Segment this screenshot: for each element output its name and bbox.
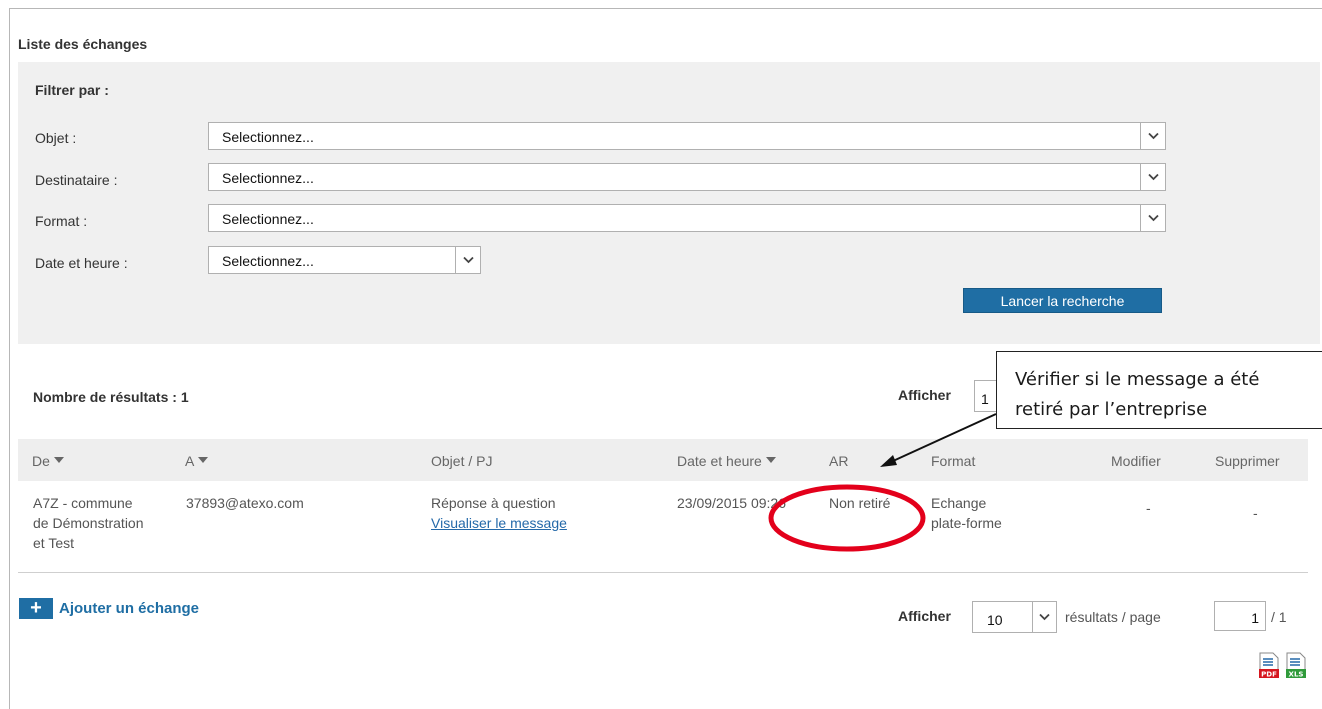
search-button[interactable]: Lancer la recherche: [963, 288, 1162, 313]
cell-format-line1: Echange: [931, 495, 987, 511]
filter-label-destinataire: Destinataire :: [35, 172, 118, 188]
cell-de-line2: de Démonstration: [33, 515, 144, 531]
chevron-down-icon[interactable]: [1140, 164, 1165, 190]
xls-export-icon[interactable]: XLS: [1285, 652, 1307, 679]
cell-de-line1: A7Z - commune: [33, 495, 133, 511]
filter-label-objet: Objet :: [35, 130, 77, 146]
plus-icon[interactable]: +: [19, 598, 53, 619]
pdf-export-icon[interactable]: PDF: [1258, 652, 1280, 679]
filter-label-date: Date et heure :: [35, 255, 128, 271]
callout-line2: retiré par l’entreprise: [1015, 399, 1208, 420]
date-select[interactable]: Selectionnez...: [208, 246, 481, 274]
filter-panel: Filtrer par : Objet : Selectionnez... De…: [18, 62, 1320, 344]
page-size-select[interactable]: 10: [972, 601, 1057, 633]
view-message-link[interactable]: Visualiser le message: [431, 513, 567, 533]
table-header: De A Objet / PJ Date et heure AR Format …: [18, 439, 1308, 481]
chevron-down-icon[interactable]: [455, 247, 480, 273]
cell-objet-text: Réponse à question: [431, 495, 556, 511]
afficher-label-top: Afficher: [898, 387, 951, 403]
afficher-label-bottom: Afficher: [898, 608, 951, 624]
column-header-format: Format: [931, 453, 976, 469]
page-size-value-top: 1: [981, 391, 989, 407]
filter-title: Filtrer par :: [35, 82, 109, 98]
filter-label-format: Format :: [35, 213, 88, 229]
destinataire-select[interactable]: Selectionnez...: [208, 163, 1166, 191]
page-total: / 1: [1271, 609, 1287, 625]
row-divider: [18, 572, 1308, 573]
cell-de: A7Z - commune de Démonstration et Test: [33, 493, 144, 553]
cell-format-line2: plate-forme: [931, 515, 1002, 531]
page-size-value: 10: [987, 612, 1003, 628]
pdf-label: PDF: [1261, 671, 1277, 679]
cell-format: Echange plate-forme: [931, 493, 1002, 533]
xls-label: XLS: [1289, 671, 1304, 679]
format-select[interactable]: Selectionnez...: [208, 204, 1166, 232]
chevron-down-icon[interactable]: [1032, 602, 1056, 632]
callout-line1: Vérifier si le message a été: [1015, 369, 1260, 390]
add-exchange-label[interactable]: Ajouter un échange: [59, 600, 199, 617]
column-header-de[interactable]: De: [32, 453, 64, 469]
destinataire-select-value: Selectionnez...: [222, 170, 314, 186]
column-header-a-label: A: [185, 453, 195, 469]
cell-de-line3: et Test: [33, 535, 74, 551]
sort-down-icon[interactable]: [53, 457, 64, 463]
results-count: Nombre de résultats : 1: [33, 389, 189, 405]
sort-down-icon[interactable]: [765, 457, 776, 463]
column-header-a[interactable]: A: [185, 453, 209, 469]
cell-ar: Non retiré: [829, 495, 891, 511]
column-header-supprimer: Supprimer: [1215, 453, 1280, 469]
column-header-modifier: Modifier: [1111, 453, 1161, 469]
date-select-value: Selectionnez...: [222, 253, 314, 269]
cell-supprimer: -: [1253, 505, 1258, 521]
annotation-callout: Vérifier si le message a été retiré par …: [996, 351, 1322, 429]
column-header-de-label: De: [32, 453, 50, 469]
sort-down-icon[interactable]: [198, 457, 209, 463]
column-header-objet: Objet / PJ: [431, 453, 493, 469]
add-exchange-button[interactable]: + Ajouter un échange: [19, 598, 199, 619]
cell-modifier: -: [1146, 500, 1151, 516]
cell-a: 37893@atexo.com: [186, 495, 304, 511]
objet-select-value: Selectionnez...: [222, 129, 314, 145]
section-title: Liste des échanges: [18, 36, 148, 52]
chevron-down-icon[interactable]: [1140, 205, 1165, 231]
cell-objet: Réponse à question Visualiser le message: [431, 493, 567, 533]
per-page-label: résultats / page: [1065, 609, 1161, 625]
objet-select[interactable]: Selectionnez...: [208, 122, 1166, 150]
column-header-ar: AR: [829, 453, 849, 469]
chevron-down-icon[interactable]: [1140, 123, 1165, 149]
column-header-date[interactable]: Date et heure: [677, 453, 776, 469]
format-select-value: Selectionnez...: [222, 211, 314, 227]
page-number-input[interactable]: 1: [1214, 601, 1266, 631]
column-header-date-label: Date et heure: [677, 453, 762, 469]
cell-date: 23/09/2015 09:26: [677, 495, 786, 511]
